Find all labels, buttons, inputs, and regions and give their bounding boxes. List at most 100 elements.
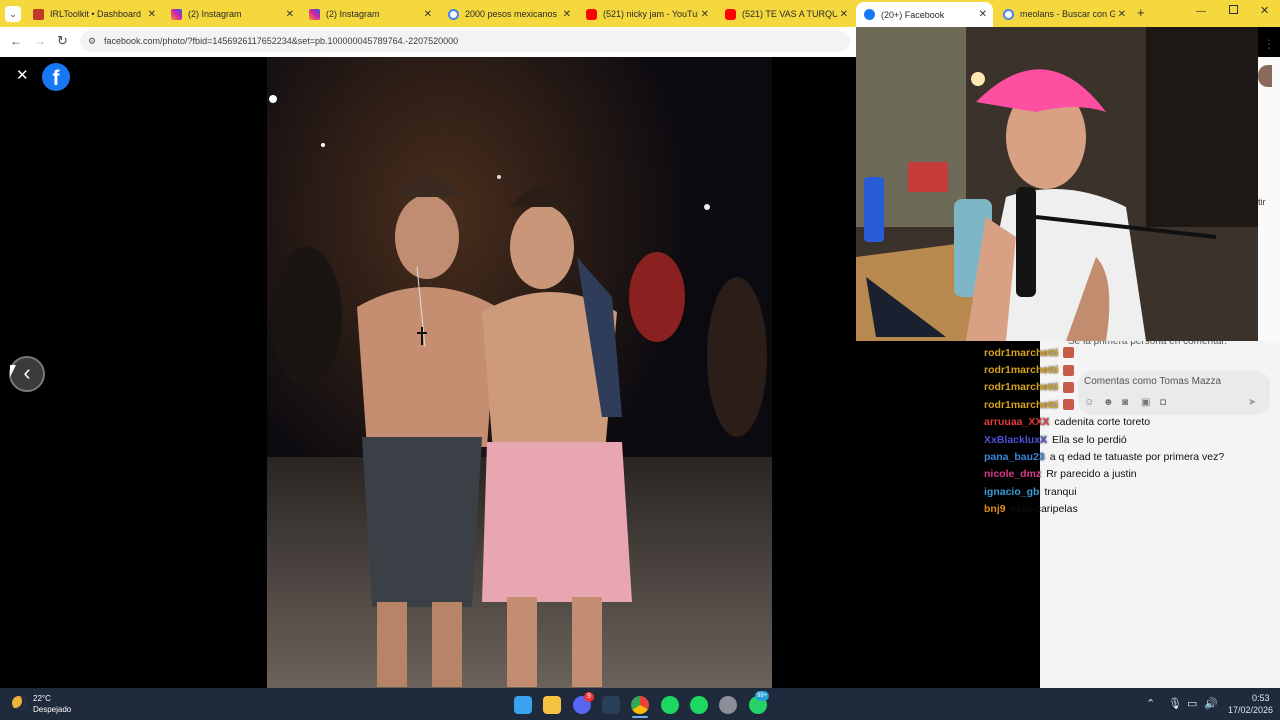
tab-google-pesos[interactable]: 2000 pesos mexicanos a ... ✕: [440, 3, 577, 25]
chat-badge-icon: [1063, 381, 1075, 393]
volume-icon[interactable]: 🔊: [1204, 697, 1218, 710]
chat-message: ignacio_gb tranqui: [984, 483, 1280, 500]
windows-taskbar: 22°C Despejado 9 99+ ⌃ 🎙 ▭ 🔊 0:53 17/02/…: [0, 688, 1280, 720]
chat-username: rodr1marchetti: [984, 346, 1059, 359]
chat-message: pana_bau23 a q edad te tatuaste por prim…: [984, 448, 1280, 465]
chat-message: XxBlackluxX Ella se lo perdió: [984, 431, 1280, 448]
network-icon[interactable]: ▭: [1187, 697, 1197, 710]
facebook-logo-letter: f: [52, 67, 60, 90]
close-tab-icon[interactable]: ✕: [840, 9, 848, 20]
weather-temp: 22°C: [33, 694, 51, 703]
clock-time[interactable]: 0:53: [1252, 693, 1270, 703]
new-tab-button[interactable]: +: [1137, 5, 1145, 20]
mouse-cursor: [10, 365, 16, 377]
chat-text: esas caripelas: [1010, 503, 1078, 516]
chat-username: pana_bau23: [984, 451, 1045, 464]
forward-icon[interactable]: →: [34, 34, 46, 48]
chat-username: rodr1marchetti: [984, 398, 1059, 411]
tab-youtube-turquia[interactable]: (521) TE VAS A TURQUIA ... ✕: [717, 3, 854, 25]
address-bar[interactable]: ⚙ facebook.com/photo/?fbid=1456926117652…: [80, 31, 850, 52]
reload-icon[interactable]: ↻: [57, 33, 68, 49]
chat-username: ignacio_gb: [984, 485, 1040, 498]
close-tab-icon[interactable]: ✕: [701, 9, 709, 20]
chevron-up-icon[interactable]: ⌃: [1146, 697, 1155, 710]
instagram-icon: [309, 8, 320, 20]
tab-instagram-2[interactable]: (2) Instagram ✕: [301, 3, 438, 25]
site-info-icon[interactable]: ⚙: [88, 31, 96, 52]
right-panel-upper: ⋮ tir: [1258, 37, 1280, 341]
tab-youtube-nicky[interactable]: (521) nicky jam - YouTube ✕: [578, 3, 715, 25]
google-icon: [1003, 8, 1014, 20]
menu-icon[interactable]: ⋮: [1263, 37, 1275, 51]
close-tab-icon[interactable]: ✕: [148, 9, 156, 20]
chat-username: XxBlackluxX: [984, 433, 1048, 446]
chat-username: rodr1marchetti: [984, 364, 1059, 377]
chrome-icon[interactable]: [631, 696, 649, 714]
chat-username: nicole_dmz: [984, 468, 1042, 481]
chat-text: a q edad te tatuaste por primera vez?: [1049, 451, 1225, 464]
steam-icon[interactable]: [602, 696, 620, 714]
chat-badge-icon: [1063, 347, 1075, 359]
webcam-illustration: [856, 27, 1258, 341]
chat-message: bnj9 esas caripelas: [984, 501, 1280, 518]
minimize-button[interactable]: —: [1196, 6, 1206, 17]
youtube-icon: [586, 8, 597, 20]
google-icon: [448, 8, 459, 20]
chat-badge-icon: [1063, 399, 1075, 411]
maximize-button[interactable]: [1229, 5, 1238, 14]
active-app-indicator: [632, 716, 648, 718]
tab-label: (20+) Facebook: [881, 9, 945, 20]
chat-text: tranqui: [1044, 485, 1077, 498]
spotify-alt-icon[interactable]: [690, 696, 708, 714]
clock-date[interactable]: 17/02/2026: [1228, 705, 1273, 715]
chat-message: nicole_dmz Rr parecido a justin: [984, 466, 1280, 483]
weather-widget[interactable]: 22°C Despejado: [10, 693, 90, 717]
chat-message: rodr1marchetti: [984, 361, 1280, 378]
windows-start-icon[interactable]: [514, 696, 532, 714]
tab-label: meolans - Buscar con Go...: [1020, 9, 1115, 19]
tab-google-meolans[interactable]: meolans - Buscar con Go... ✕: [995, 3, 1132, 25]
discord-badge: 9: [584, 692, 594, 702]
microphone-icon[interactable]: 🎙: [1168, 697, 1182, 710]
url-text: facebook.com/photo/?fbid=145692611765223…: [104, 36, 459, 46]
close-tab-icon[interactable]: ✕: [1118, 9, 1126, 20]
whatsapp-badge: 99+: [755, 691, 770, 701]
weather-desc: Despejado: [33, 705, 72, 714]
file-explorer-icon[interactable]: [543, 696, 561, 714]
chat-message: rodr1marchetti: [984, 396, 1280, 413]
close-tab-icon[interactable]: ✕: [424, 9, 432, 20]
profile-avatar[interactable]: [1258, 65, 1272, 87]
chat-message: arruuaa_XXX cadenita corte toreto: [984, 414, 1280, 431]
spotify-icon[interactable]: [661, 696, 679, 714]
settings-icon[interactable]: [719, 696, 737, 714]
streamer-webcam: [856, 27, 1258, 341]
close-window-button[interactable]: ✕: [1260, 4, 1269, 17]
close-tab-icon[interactable]: ✕: [979, 9, 987, 20]
tab-irltoolkit[interactable]: IRLToolkit • Dashboard ✕: [25, 3, 162, 25]
facebook-icon: [864, 9, 875, 20]
back-icon[interactable]: ←: [10, 34, 22, 48]
chat-text: Rr parecido a justin: [1046, 468, 1137, 481]
tab-instagram-1[interactable]: (2) Instagram ✕: [163, 3, 300, 25]
youtube-icon: [725, 8, 736, 20]
facebook-photo[interactable]: [267, 57, 772, 688]
instagram-icon: [171, 8, 182, 20]
chat-message: rodr1marchetti: [984, 344, 1280, 361]
tab-label: (521) nicky jam - YouTube: [603, 9, 698, 19]
tab-facebook[interactable]: (20+) Facebook ✕: [856, 2, 993, 27]
stream-chat: rodr1marchetti rodr1marchetti rodr1march…: [984, 344, 1280, 518]
irltoolkit-icon: [33, 8, 44, 20]
close-tab-icon[interactable]: ✕: [286, 9, 294, 20]
moon-icon: [12, 696, 26, 710]
tab-search-button[interactable]: ⌄: [5, 6, 21, 22]
chat-username: bnj9: [984, 503, 1006, 516]
tab-label: (521) TE VAS A TURQUIA ...: [742, 9, 837, 19]
close-tab-icon[interactable]: ✕: [563, 9, 571, 20]
chat-text: cadenita corte toreto: [1054, 416, 1151, 429]
facebook-logo[interactable]: f: [42, 63, 70, 91]
address-toolbar: ← → ↻ ⚙ facebook.com/photo/?fbid=1456926…: [0, 27, 856, 57]
tab-label: (2) Instagram: [188, 9, 242, 19]
side-text: tir: [1258, 197, 1266, 207]
tab-label: 2000 pesos mexicanos a ...: [465, 9, 560, 19]
close-viewer-button[interactable]: ✕: [16, 66, 29, 84]
